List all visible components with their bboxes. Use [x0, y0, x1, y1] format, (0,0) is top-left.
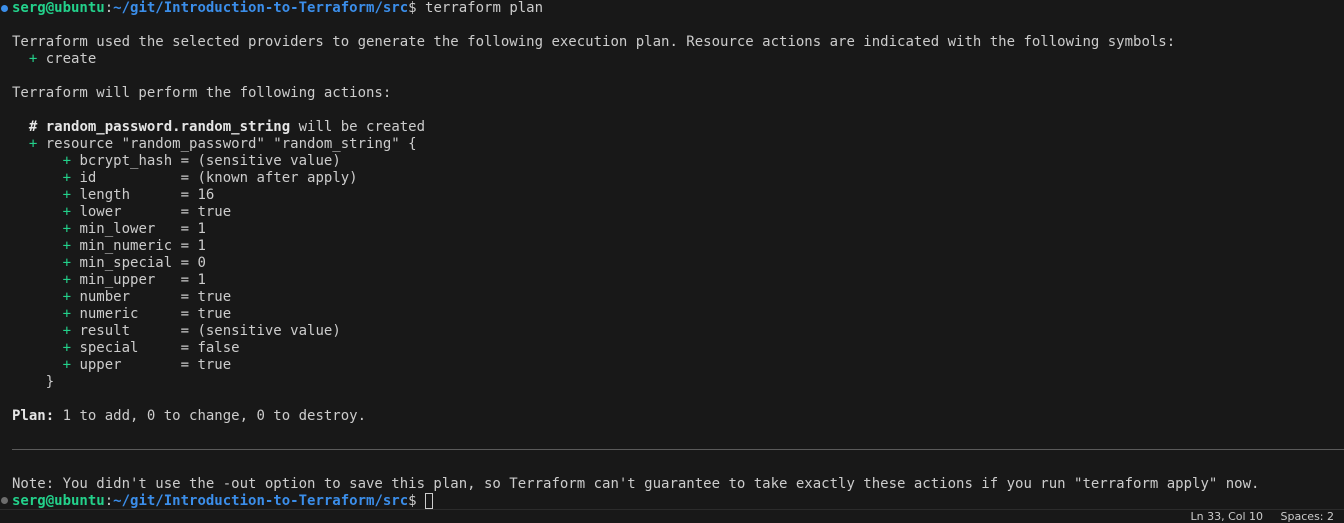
resource-decl: resource "random_password" "random_strin… — [45, 136, 417, 152]
plus-icon: + — [62, 221, 72, 237]
attribute-line: + min_upper = 1 — [62, 272, 206, 288]
attribute-name: min_lower — [79, 221, 156, 237]
resource-comment-line: # random_password.random_string will be … — [12, 119, 425, 136]
attribute-line: + result = (sensitive value) — [62, 323, 341, 339]
attribute-value: 1 — [197, 221, 206, 237]
prompt-line-2[interactable]: serg@ubuntu:~/git/Introduction-to-Terraf… — [12, 493, 434, 510]
close-brace-line: } — [12, 374, 54, 391]
attribute-line: + lower = true — [62, 204, 232, 220]
attribute-value: true — [197, 306, 232, 322]
attribute-value: true — [197, 357, 232, 373]
attribute-name: numeric — [79, 306, 139, 322]
close-brace: } — [45, 374, 55, 390]
command-success-dot-icon[interactable] — [1, 5, 8, 12]
attribute-name: id — [79, 170, 97, 186]
prompt-separator: : — [104, 493, 114, 509]
prompt-path: ~/git/Introduction-to-Terraform/src — [113, 493, 409, 509]
command-pending-dot-icon[interactable] — [1, 497, 8, 504]
attribute-value: 16 — [197, 187, 215, 203]
plus-icon: + — [62, 340, 72, 356]
plus-icon: + — [62, 272, 72, 288]
resource-decl-line: + resource "random_password" "random_str… — [12, 136, 417, 153]
separator-rule — [12, 449, 1344, 450]
plus-icon: + — [62, 204, 72, 220]
attribute-name: special — [79, 340, 139, 356]
prompt-path: ~/git/Introduction-to-Terraform/src — [113, 0, 409, 16]
prompt-suffix: $ — [408, 0, 426, 16]
status-bar: Ln 33, Col 10 Spaces: 2 — [0, 509, 1344, 523]
prompt-separator: : — [104, 0, 114, 16]
attribute-value: false — [197, 340, 240, 356]
attribute-value: true — [197, 204, 232, 220]
attribute-line: + special = false — [62, 340, 240, 356]
plan-summary: 1 to add, 0 to change, 0 to destroy. — [54, 408, 367, 424]
attribute-name: min_numeric — [79, 238, 173, 254]
attribute-name: upper — [79, 357, 122, 373]
attribute-name: min_upper — [79, 272, 156, 288]
plus-icon: + — [62, 187, 72, 203]
plus-icon: + — [62, 153, 72, 169]
hash-symbol: # — [28, 119, 38, 135]
legend-create-line: + create — [12, 51, 96, 68]
attribute-line: + length = 16 — [62, 187, 215, 203]
attribute-name: min_special — [79, 255, 173, 271]
plus-icon: + — [62, 238, 72, 254]
prompt-line-1: serg@ubuntu:~/git/Introduction-to-Terraf… — [12, 0, 543, 17]
plus-icon: + — [62, 323, 72, 339]
intro-line: Terraform used the selected providers to… — [12, 34, 1176, 50]
attribute-value: true — [197, 289, 232, 305]
attribute-line: + min_numeric = 1 — [62, 238, 206, 254]
plus-icon: + — [62, 357, 72, 373]
plus-icon: + — [28, 136, 38, 152]
attribute-line: + bcrypt_hash = (sensitive value) — [62, 153, 341, 169]
resource-name: random_password.random_string — [45, 119, 291, 135]
prompt-user: serg@ubuntu — [12, 493, 105, 509]
plus-icon: + — [28, 51, 38, 67]
attribute-name: result — [79, 323, 131, 339]
plus-icon: + — [62, 255, 72, 271]
plus-icon: + — [62, 306, 72, 322]
plus-icon: + — [62, 289, 72, 305]
attribute-name: lower — [79, 204, 122, 220]
prompt-suffix: $ — [408, 493, 426, 509]
attribute-line: + upper = true — [62, 357, 232, 373]
text-cursor[interactable] — [425, 493, 434, 509]
note-line: Note: You didn't use the -out option to … — [12, 476, 1260, 492]
attribute-value: 1 — [197, 238, 206, 254]
plus-icon: + — [62, 170, 72, 186]
indentation-setting[interactable]: Spaces: 2 — [1281, 510, 1334, 523]
command-text: terraform plan — [425, 0, 544, 16]
attribute-line: + number = true — [62, 289, 232, 305]
attribute-line: + id = (known after apply) — [62, 170, 358, 186]
attribute-line: + min_special = 0 — [62, 255, 206, 271]
prompt-user: serg@ubuntu — [12, 0, 105, 16]
attribute-name: length — [79, 187, 131, 203]
attribute-name: number — [79, 289, 131, 305]
attribute-name: bcrypt_hash — [79, 153, 173, 169]
attribute-value: (sensitive value) — [197, 153, 341, 169]
attribute-line: + min_lower = 1 — [62, 221, 206, 237]
legend-create-label: create — [45, 51, 97, 67]
plan-label: Plan: — [12, 408, 55, 424]
cursor-position[interactable]: Ln 33, Col 10 — [1190, 510, 1263, 523]
resource-status: will be created — [290, 119, 426, 135]
plan-summary-line: Plan: 1 to add, 0 to change, 0 to destro… — [12, 408, 366, 425]
attribute-line: + numeric = true — [62, 306, 232, 322]
attribute-value: 0 — [197, 255, 206, 271]
attribute-value: (known after apply) — [197, 170, 358, 186]
attribute-value: 1 — [197, 272, 206, 288]
actions-header: Terraform will perform the following act… — [12, 85, 392, 101]
terminal-panel[interactable]: serg@ubuntu:~/git/Introduction-to-Terraf… — [0, 0, 1344, 510]
attribute-value: (sensitive value) — [197, 323, 341, 339]
